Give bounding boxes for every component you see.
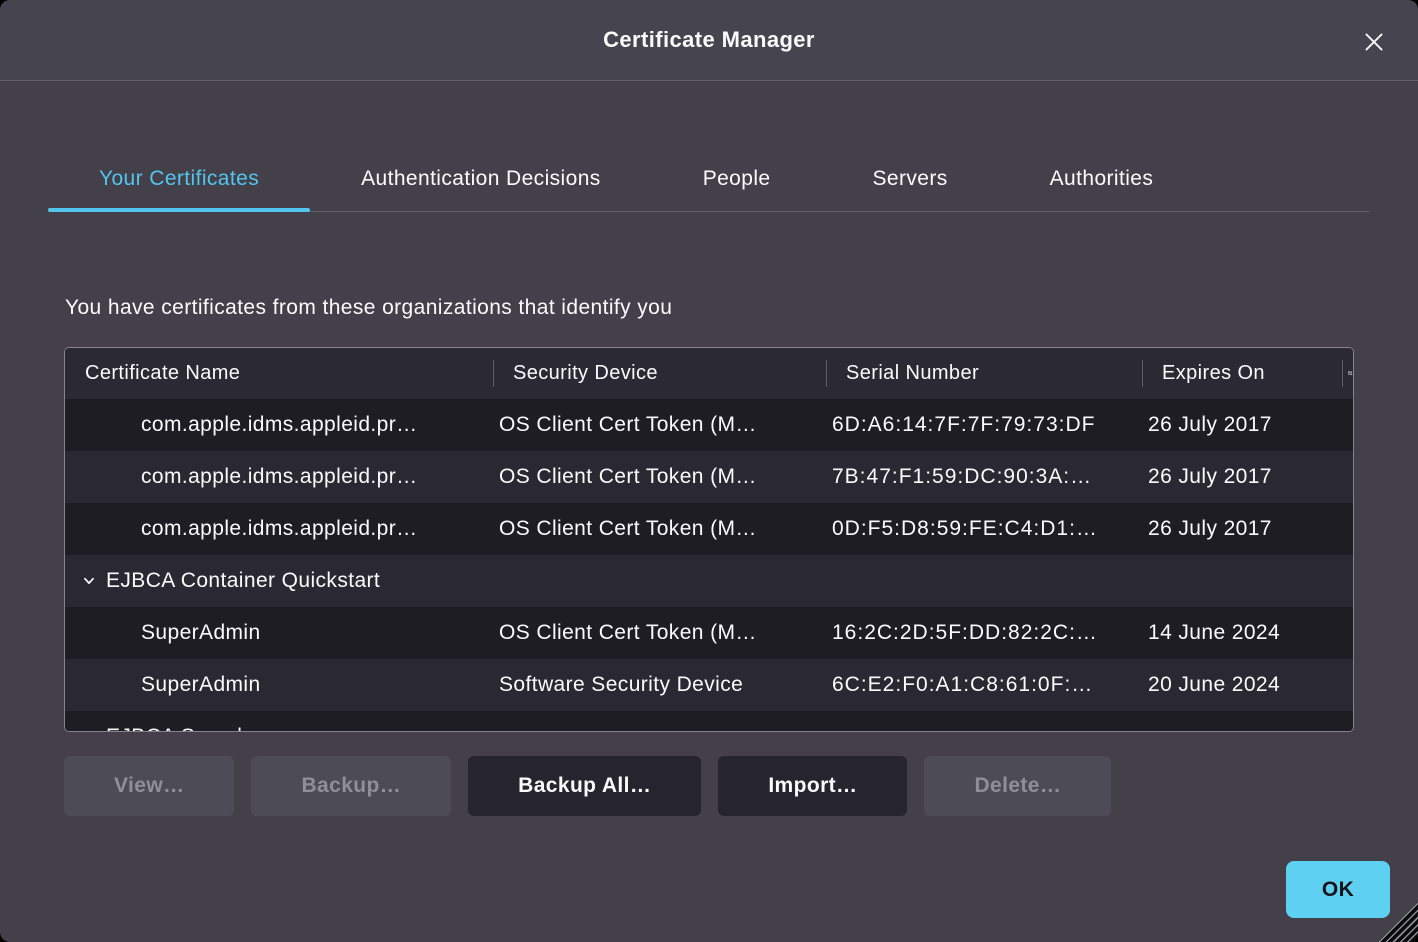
- cell-certificate-name: com.apple.idms.appleid.pr…: [65, 413, 493, 437]
- tab-bar: Your Certificates Authentication Decisio…: [48, 133, 1370, 212]
- title-bar: Certificate Manager: [0, 0, 1418, 81]
- cell-serial-number: 0D:F5:D8:59:FE:C4:D1:…: [826, 517, 1142, 541]
- backup-all-button[interactable]: Backup All…: [468, 756, 701, 816]
- cell-expires-on: 14 June 2024: [1142, 621, 1342, 645]
- column-picker-icon: [1348, 365, 1353, 382]
- cell-expires-on: 26 July 2017: [1142, 413, 1342, 437]
- table-row[interactable]: SuperAdmin OS Client Cert Token (M… 16:2…: [65, 607, 1353, 659]
- backup-button: Backup…: [251, 756, 451, 816]
- dialog-title: Certificate Manager: [603, 27, 815, 53]
- table-row[interactable]: com.apple.idms.appleid.pr… OS Client Cer…: [65, 451, 1353, 503]
- table-group-row-clipped[interactable]: EJBCA Sample: [65, 711, 1353, 732]
- cell-serial-number: 6C:E2:F0:A1:C8:61:0F:…: [826, 673, 1142, 697]
- tab-authentication-decisions[interactable]: Authentication Decisions: [310, 133, 652, 211]
- chevron-down-icon[interactable]: [82, 730, 96, 732]
- tab-people[interactable]: People: [652, 133, 822, 211]
- column-header-security-device[interactable]: Security Device: [493, 348, 826, 399]
- tab-authorities[interactable]: Authorities: [999, 133, 1205, 211]
- group-label: EJBCA Sample: [106, 725, 254, 732]
- certificates-table: Certificate Name Security Device Serial …: [64, 347, 1354, 732]
- chevron-down-icon[interactable]: [82, 574, 96, 588]
- cell-certificate-name: com.apple.idms.appleid.pr…: [65, 517, 493, 541]
- tab-servers[interactable]: Servers: [821, 133, 998, 211]
- column-header-certificate-name[interactable]: Certificate Name: [65, 348, 493, 399]
- cell-certificate-name: SuperAdmin: [65, 673, 493, 697]
- cell-security-device: OS Client Cert Token (M…: [493, 413, 826, 437]
- table-row[interactable]: SuperAdmin Software Security Device 6C:E…: [65, 659, 1353, 711]
- delete-button: Delete…: [924, 756, 1111, 816]
- table-header: Certificate Name Security Device Serial …: [65, 348, 1353, 399]
- cell-security-device: OS Client Cert Token (M…: [493, 465, 826, 489]
- import-button[interactable]: Import…: [718, 756, 907, 816]
- cell-serial-number: 7B:47:F1:59:DC:90:3A:…: [826, 465, 1142, 489]
- view-button: View…: [64, 756, 234, 816]
- tab-your-certificates[interactable]: Your Certificates: [48, 133, 310, 211]
- column-header-serial-number[interactable]: Serial Number: [826, 348, 1142, 399]
- cell-serial-number: 16:2C:2D:5F:DD:82:2C:…: [826, 621, 1142, 645]
- cell-serial-number: 6D:A6:14:7F:7F:79:73:DF: [826, 413, 1142, 437]
- certificate-manager-dialog: Certificate Manager Your Certificates Au…: [0, 0, 1418, 942]
- cell-certificate-name: com.apple.idms.appleid.pr…: [65, 465, 493, 489]
- column-picker-button[interactable]: [1342, 348, 1353, 399]
- close-icon: [1361, 29, 1387, 55]
- close-button[interactable]: [1360, 28, 1388, 56]
- action-button-row: View… Backup… Backup All… Import… Delete…: [64, 756, 1354, 816]
- cell-security-device: OS Client Cert Token (M…: [493, 517, 826, 541]
- description-text: You have certificates from these organiz…: [65, 296, 1353, 320]
- cell-certificate-name: SuperAdmin: [65, 621, 493, 645]
- cell-expires-on: 20 June 2024: [1142, 673, 1342, 697]
- table-row[interactable]: com.apple.idms.appleid.pr… OS Client Cer…: [65, 503, 1353, 555]
- cell-security-device: OS Client Cert Token (M…: [493, 621, 826, 645]
- column-header-expires-on[interactable]: Expires On: [1142, 348, 1342, 399]
- cell-expires-on: 26 July 2017: [1142, 517, 1342, 541]
- table-row[interactable]: com.apple.idms.appleid.pr… OS Client Cer…: [65, 399, 1353, 451]
- table-group-row[interactable]: EJBCA Container Quickstart: [65, 555, 1353, 607]
- cell-security-device: Software Security Device: [493, 673, 826, 697]
- ok-button[interactable]: OK: [1286, 861, 1390, 918]
- cell-expires-on: 26 July 2017: [1142, 465, 1342, 489]
- group-label: EJBCA Container Quickstart: [106, 569, 380, 593]
